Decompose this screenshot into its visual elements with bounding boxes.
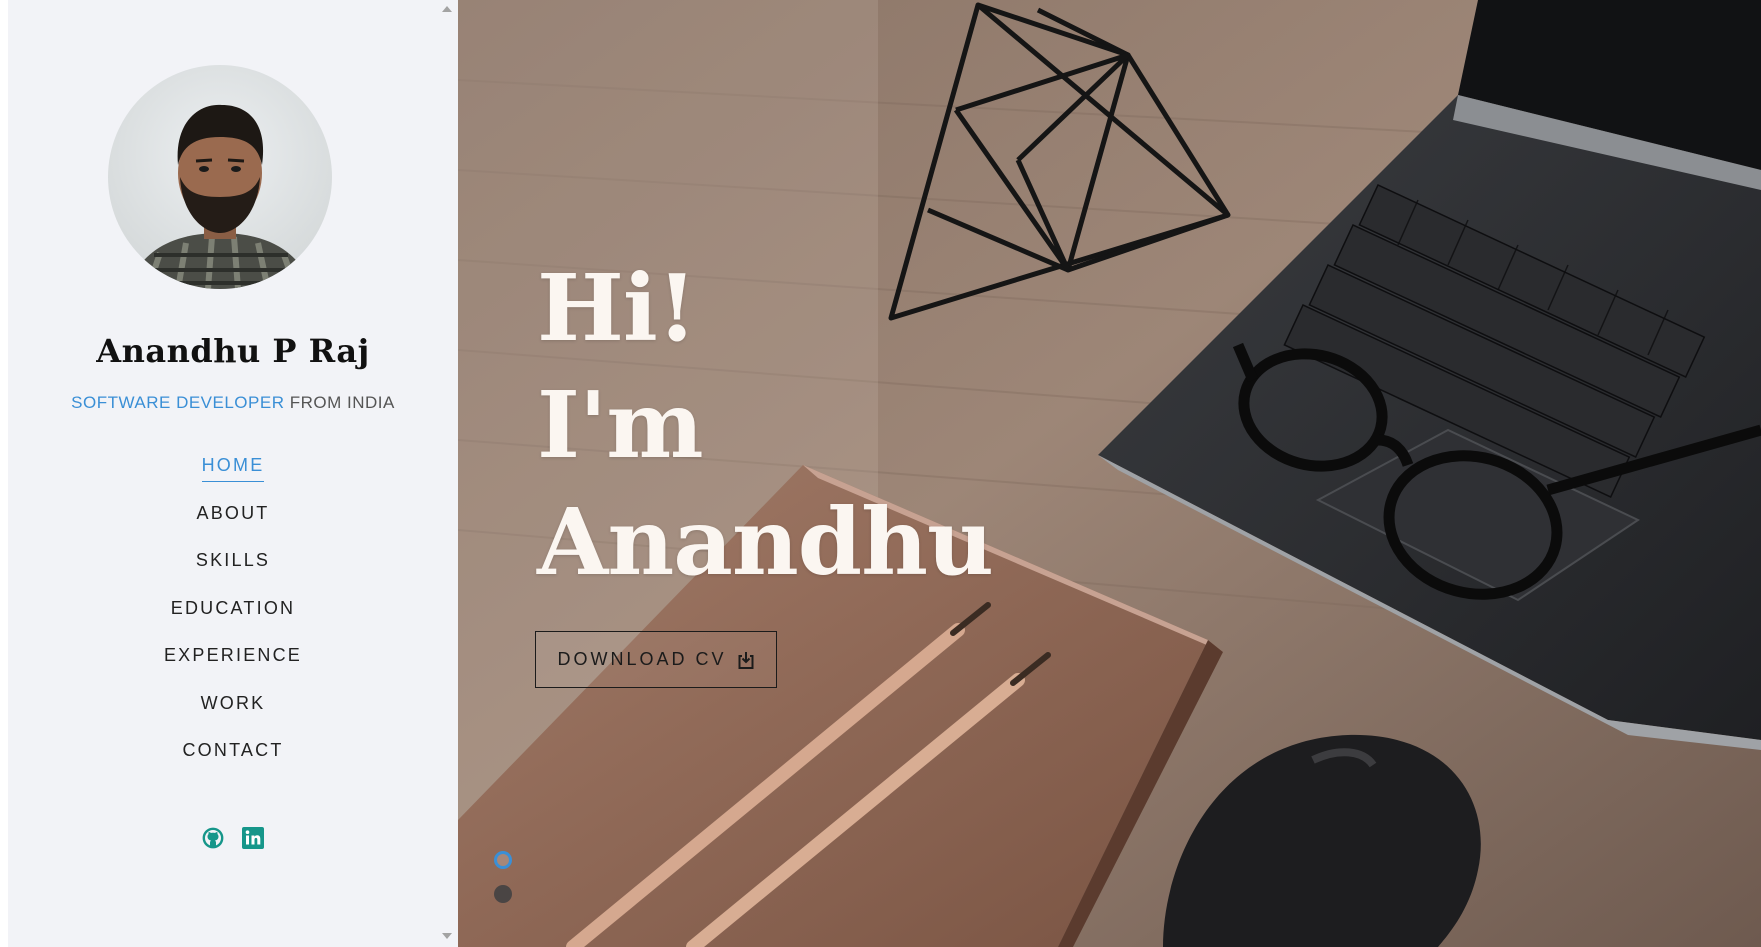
nav-item-education[interactable]: EDUCATION <box>171 598 295 624</box>
sidebar: Anandhu P Raj SOFTWARE DEVELOPER FROM IN… <box>0 0 458 947</box>
nav-item-work[interactable]: WORK <box>201 693 266 719</box>
slider-dot-active[interactable] <box>494 851 512 869</box>
profile-name: Anandhu P Raj <box>96 332 370 370</box>
github-icon[interactable] <box>201 826 225 850</box>
hero-line-intro: I'm <box>537 371 704 479</box>
download-cv-button[interactable]: DOWNLOAD CV <box>535 631 777 688</box>
social-links <box>8 826 458 850</box>
nav-item-experience[interactable]: EXPERIENCE <box>164 645 302 671</box>
profile-location: FROM INDIA <box>289 393 395 412</box>
profile-tagline: SOFTWARE DEVELOPER FROM INDIA <box>8 393 458 413</box>
linkedin-icon[interactable] <box>241 826 265 850</box>
hero-headline: Hi! I'm Anandhu <box>537 250 994 601</box>
nav-item-about[interactable]: ABOUT <box>196 503 269 529</box>
nav-item-contact[interactable]: CONTACT <box>182 740 283 766</box>
nav-item-skills[interactable]: SKILLS <box>196 550 270 576</box>
nav-item-home[interactable]: HOME <box>201 455 265 482</box>
slider-dot[interactable] <box>494 885 512 903</box>
profile-role: SOFTWARE DEVELOPER <box>71 393 285 412</box>
scroll-down-arrow-icon[interactable] <box>442 933 452 939</box>
hero-line-greeting: Hi! <box>537 254 697 362</box>
main-nav: HOME ABOUT SKILLS EDUCATION EXPERIENCE W… <box>8 455 458 788</box>
download-cv-label: DOWNLOAD CV <box>557 649 727 669</box>
avatar <box>108 65 332 289</box>
download-icon <box>737 650 755 670</box>
hero-slider: Hi! I'm Anandhu DOWNLOAD CV <box>458 0 1761 947</box>
scroll-up-arrow-icon[interactable] <box>442 6 452 12</box>
hero-line-name: Anandhu <box>537 488 994 596</box>
